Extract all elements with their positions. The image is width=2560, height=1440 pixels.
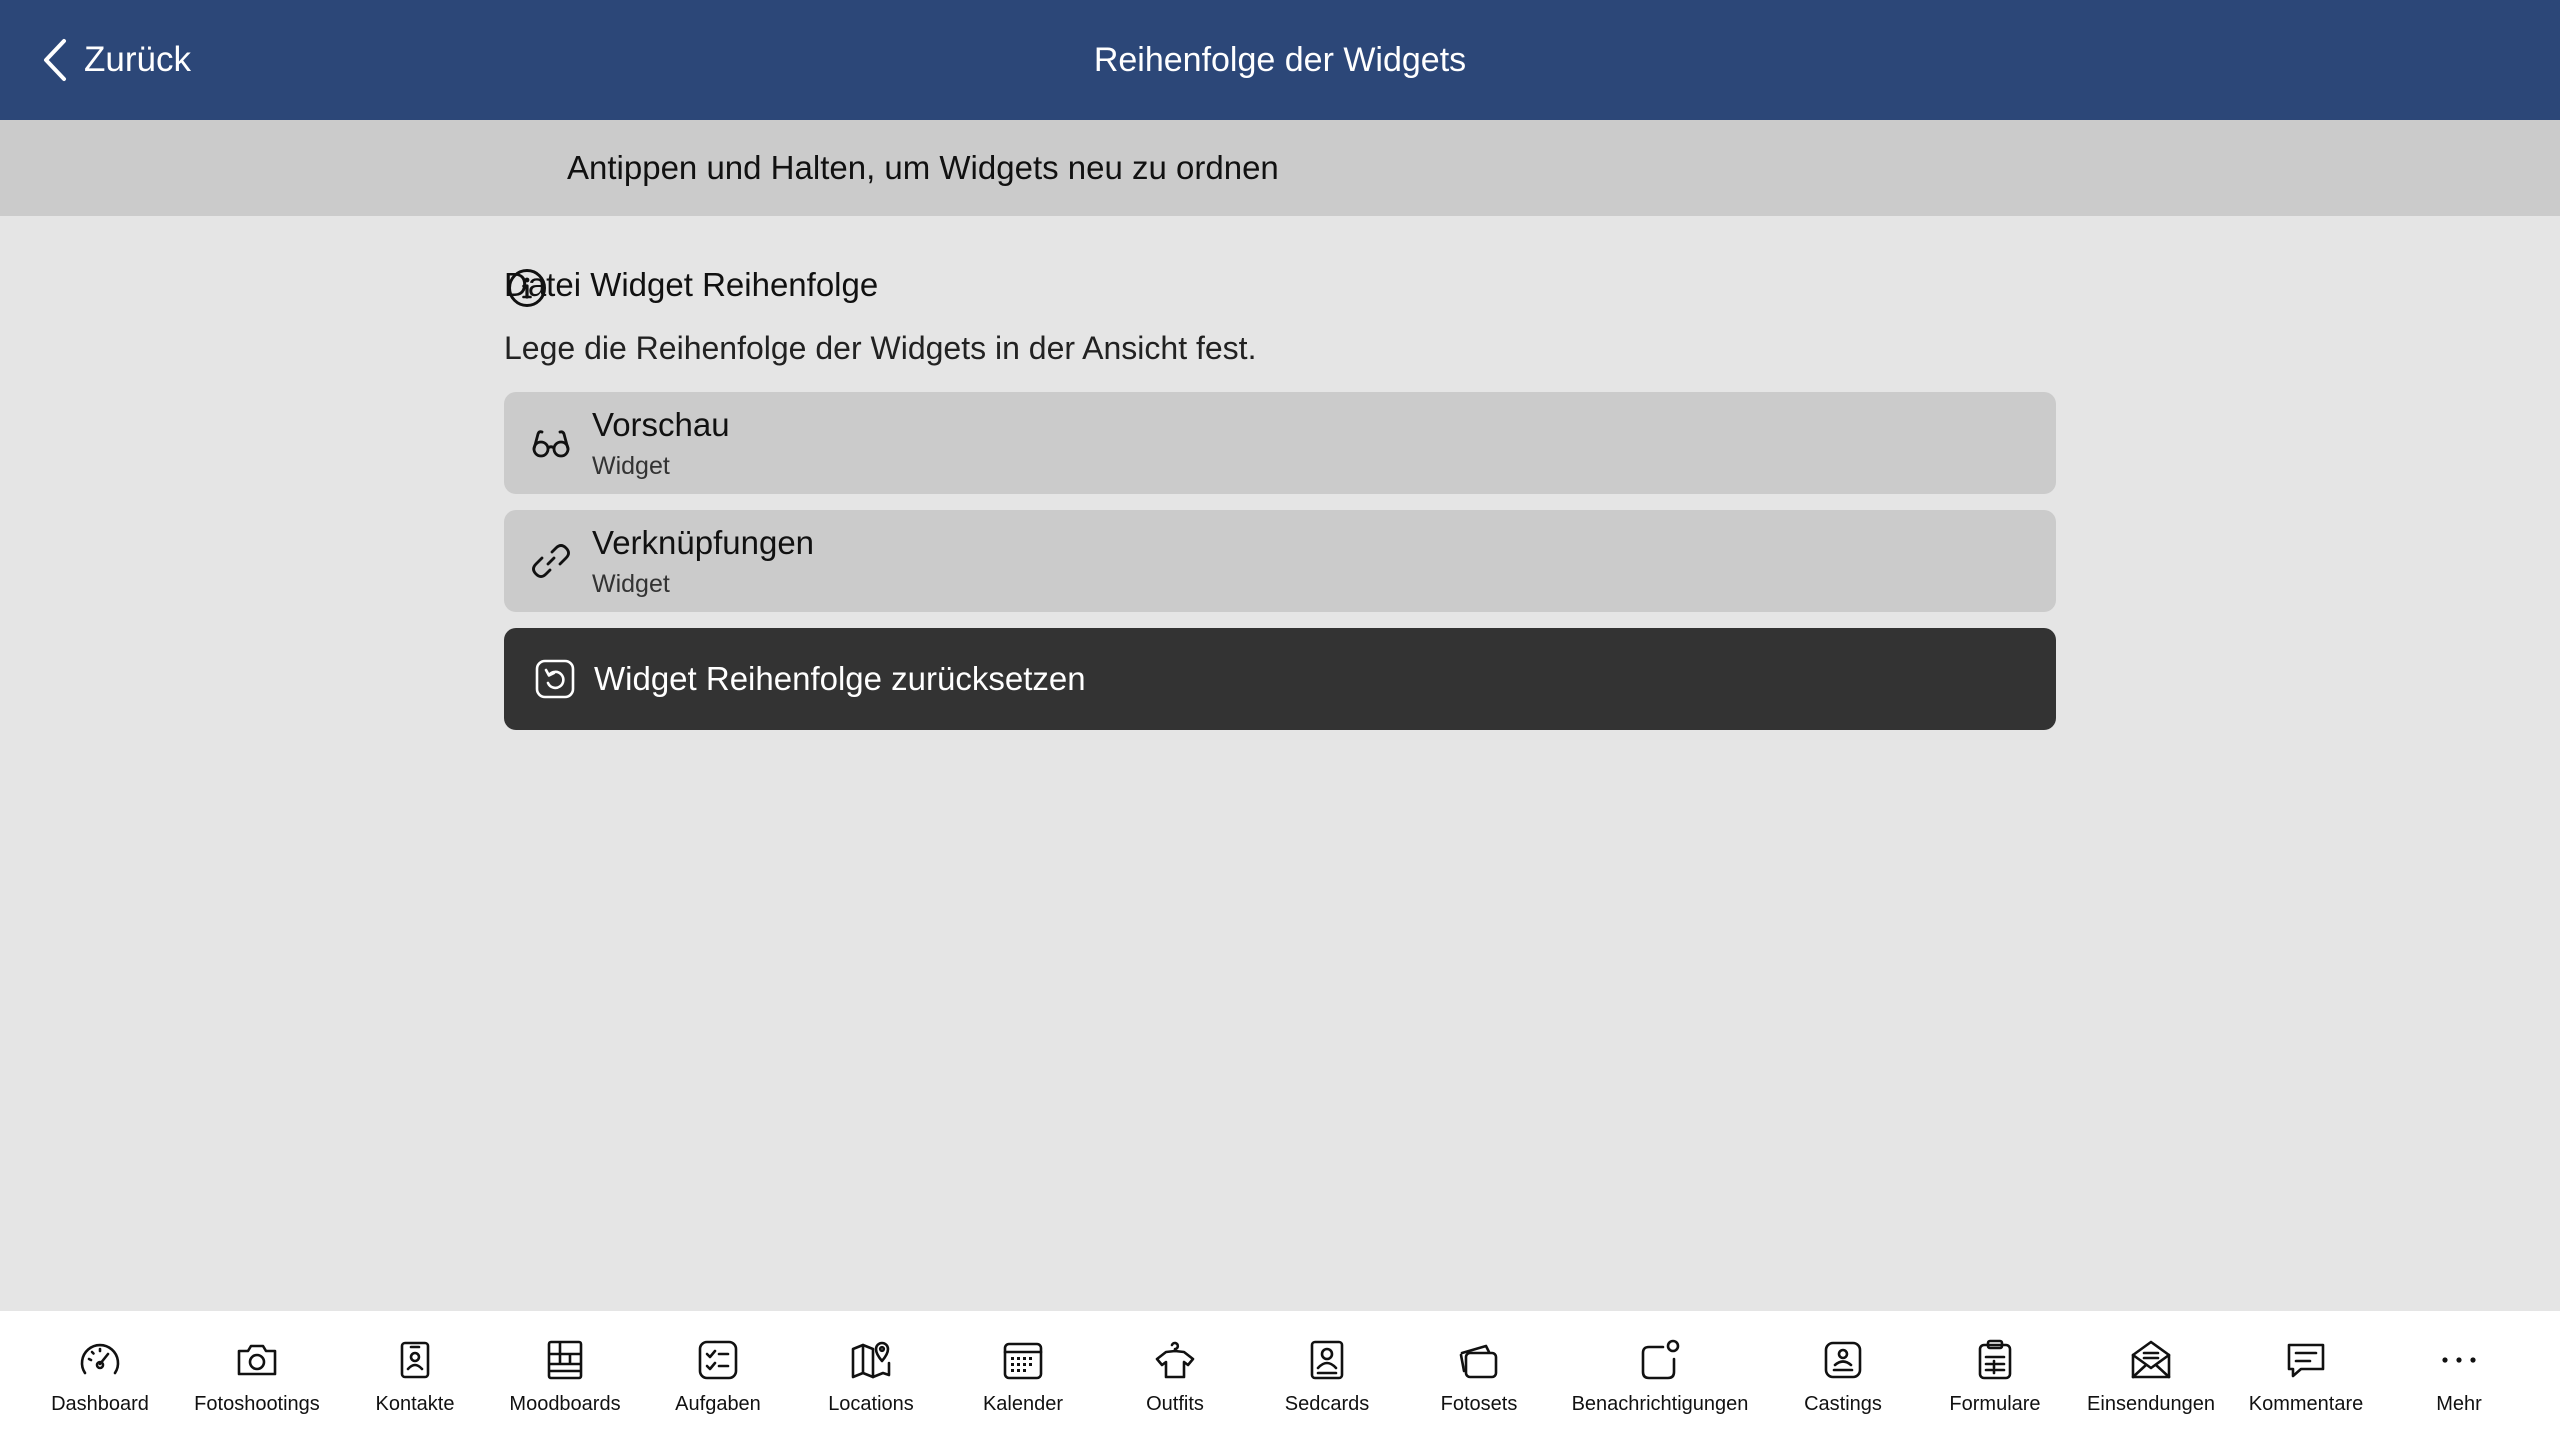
- tab-bar: Dashboard Fotoshootings Kontakte Moodboa…: [0, 1311, 2560, 1440]
- tab-fotosets[interactable]: Fotosets: [1404, 1311, 1554, 1440]
- reset-button-label: Widget Reihenfolge zurücksetzen: [594, 660, 1086, 697]
- checklist-icon: [698, 1340, 738, 1380]
- widget-name: Vorschau: [592, 406, 730, 443]
- widget-type: Widget: [592, 570, 670, 598]
- navigation-bar: Zurück Reihenfolge der Widgets: [0, 0, 2560, 120]
- tab-mehr[interactable]: Mehr: [2384, 1311, 2534, 1440]
- tab-formulare[interactable]: Formulare: [1920, 1311, 2070, 1440]
- tab-dashboard[interactable]: Dashboard: [0, 1311, 200, 1440]
- widget-type: Widget: [592, 452, 670, 480]
- tab-label: Einsendungen: [2087, 1393, 2215, 1415]
- tab-label: Sedcards: [1284, 1393, 1370, 1415]
- mail-envelope-icon: [2131, 1340, 2171, 1379]
- tab-label: Fotosets: [1440, 1393, 1518, 1415]
- more-dots-icon: [2442, 1357, 2476, 1363]
- link-icon: [532, 544, 570, 578]
- glasses-icon: [532, 430, 570, 458]
- comment-bubble-icon: [2287, 1343, 2325, 1378]
- tab-kontakte[interactable]: Kontakte: [340, 1311, 490, 1440]
- tab-fotoshootings[interactable]: Fotoshootings: [178, 1311, 336, 1440]
- tab-label: Dashboard: [51, 1393, 149, 1415]
- clipboard-form-icon: [1978, 1339, 2012, 1380]
- calendar-icon: [1003, 1342, 1043, 1380]
- tab-benachrichtigungen[interactable]: Benachrichtigungen: [1560, 1311, 1760, 1440]
- tab-moodboards[interactable]: Moodboards: [490, 1311, 640, 1440]
- notification-badge-icon: [1641, 1339, 1680, 1380]
- camera-icon: [237, 1344, 277, 1376]
- widget-row-verknuepfungen[interactable]: Verknüpfungen Widget: [504, 510, 2056, 612]
- contact-card-icon: [400, 1341, 430, 1379]
- tab-kalender[interactable]: Kalender: [948, 1311, 1098, 1440]
- back-button[interactable]: Zurück: [40, 34, 191, 86]
- tab-label: Fotoshootings: [194, 1393, 320, 1415]
- casting-badge-icon: [1824, 1341, 1862, 1379]
- tab-aufgaben[interactable]: Aufgaben: [643, 1311, 793, 1440]
- tab-label: Outfits: [1146, 1393, 1204, 1415]
- tab-label: Locations: [828, 1393, 914, 1415]
- portrait-card-icon: [1310, 1340, 1344, 1380]
- photo-stack-icon: [1459, 1344, 1498, 1379]
- tab-label: Kontakte: [375, 1393, 455, 1415]
- reset-icon: [535, 659, 575, 699]
- section-title: Datei Widget Reihenfolge: [504, 266, 879, 303]
- tab-sedcards[interactable]: Sedcards: [1252, 1311, 1402, 1440]
- chevron-left-icon: [44, 39, 66, 81]
- map-pin-icon: [851, 1341, 891, 1379]
- tab-label: Castings: [1804, 1393, 1882, 1415]
- back-label: Zurück: [84, 40, 191, 79]
- tab-label: Moodboards: [509, 1393, 621, 1415]
- info-hint-bar: Antippen und Halten, um Widgets neu zu o…: [0, 120, 2560, 307]
- tab-locations[interactable]: Locations: [796, 1311, 946, 1440]
- tab-einsendungen[interactable]: Einsendungen: [2072, 1311, 2230, 1440]
- info-hint-text: Antippen und Halten, um Widgets neu zu o…: [567, 149, 1279, 186]
- speedometer-icon: [80, 1343, 120, 1375]
- tab-label: Benachrichtigungen: [1571, 1393, 1749, 1415]
- page-title: Reihenfolge der Widgets: [1093, 40, 1467, 79]
- tab-label: Kommentare: [2248, 1393, 2364, 1415]
- tab-outfits[interactable]: Outfits: [1100, 1311, 1250, 1440]
- tab-castings[interactable]: Castings: [1768, 1311, 1918, 1440]
- moodboard-grid-icon: [547, 1340, 583, 1380]
- widget-row-vorschau[interactable]: Vorschau Widget: [504, 392, 2056, 494]
- tab-label: Mehr: [2436, 1393, 2482, 1415]
- section-description: Lege die Reihenfolge der Widgets in der …: [504, 330, 1257, 366]
- tab-label: Formulare: [1949, 1393, 2041, 1415]
- widget-name: Verknüpfungen: [592, 524, 815, 561]
- tab-label: Kalender: [982, 1393, 1064, 1415]
- tab-label: Aufgaben: [675, 1393, 761, 1415]
- shirt-hanger-icon: [1155, 1341, 1195, 1379]
- tab-kommentare[interactable]: Kommentare: [2230, 1311, 2382, 1440]
- reset-widget-order-button[interactable]: Widget Reihenfolge zurücksetzen: [504, 628, 2056, 730]
